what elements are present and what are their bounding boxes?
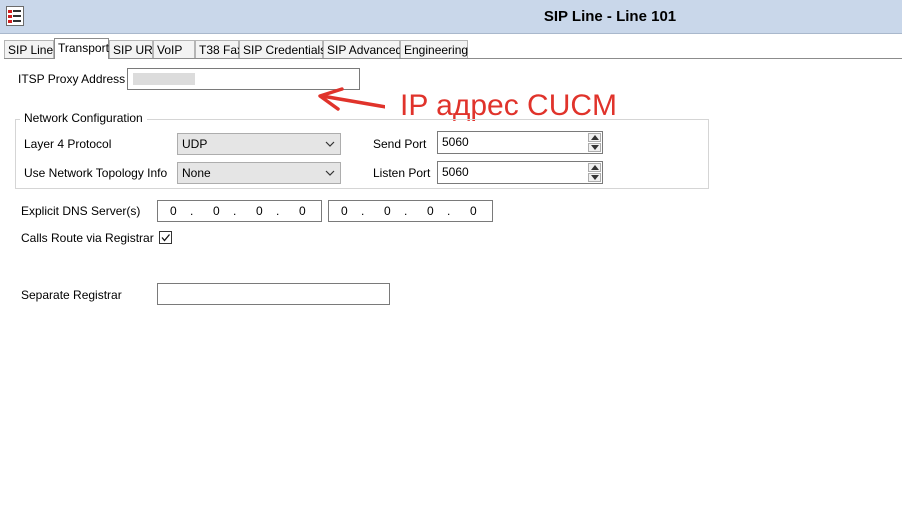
explicit-dns-label: Explicit DNS Server(s) [21, 204, 141, 218]
spin-down-button[interactable] [588, 143, 601, 152]
listen-port-label: Listen Port [373, 166, 431, 180]
layer4-protocol-label: Layer 4 Protocol [24, 137, 112, 151]
chevron-down-icon [325, 141, 335, 147]
dns-server-2-input[interactable]: 0 . 0 . 0 . 0 [328, 200, 493, 222]
tab-sip-credentials[interactable]: SIP Credentials [239, 40, 326, 59]
redacted-value [133, 73, 195, 85]
triangle-down-icon [591, 175, 599, 180]
chevron-down-icon [325, 170, 335, 176]
tab-sip-line[interactable]: SIP Line [4, 40, 54, 59]
network-configuration-title: Network Configuration [20, 111, 147, 125]
triangle-up-icon [591, 135, 599, 140]
send-port-spinner[interactable]: 5060 [437, 131, 603, 154]
tab-sip-advanced[interactable]: SIP Advanced [323, 40, 402, 59]
send-port-label: Send Port [373, 137, 427, 151]
network-topology-select[interactable]: None [177, 162, 341, 184]
spin-up-button[interactable] [588, 133, 601, 142]
window-title: SIP Line - Line 101 [543, 8, 677, 25]
annotation-arrow-icon [318, 87, 388, 111]
checkmark-icon [161, 234, 170, 242]
spin-down-button[interactable] [588, 173, 601, 182]
triangle-up-icon [591, 165, 599, 170]
tab-voip[interactable]: VoIP [153, 40, 195, 59]
tab-sip-uri[interactable]: SIP URI [109, 40, 156, 59]
calls-route-label: Calls Route via Registrar [21, 231, 154, 245]
tab-t38-fax[interactable]: T38 Fax [195, 40, 243, 59]
tab-engineering[interactable]: Engineering [400, 40, 468, 59]
separate-registrar-label: Separate Registrar [21, 288, 122, 302]
network-topology-label: Use Network Topology Info [24, 166, 168, 180]
separate-registrar-input[interactable] [157, 283, 390, 305]
tab-divider [4, 58, 902, 59]
layer4-protocol-select[interactable]: UDP [177, 133, 341, 155]
annotation-label: IP адрес CUCM [400, 89, 618, 122]
spin-up-button[interactable] [588, 163, 601, 172]
calls-route-checkbox[interactable] [159, 231, 172, 244]
tab-transport[interactable]: Transport [54, 38, 109, 59]
listen-port-spinner[interactable]: 5060 [437, 161, 603, 184]
triangle-down-icon [591, 145, 599, 150]
title-bar: SIP Line - Line 101 [0, 0, 902, 34]
dns-server-1-input[interactable]: 0 . 0 . 0 . 0 [157, 200, 322, 222]
itsp-proxy-label: ITSP Proxy Address [18, 72, 126, 86]
